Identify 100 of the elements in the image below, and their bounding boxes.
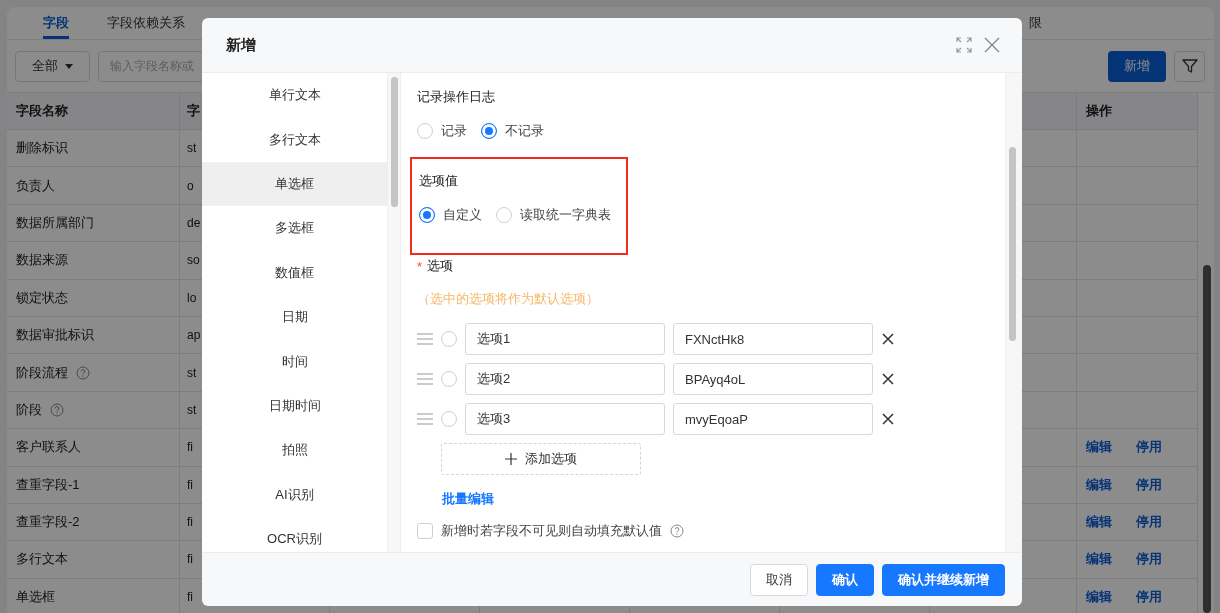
- action-link[interactable]: 停用: [1136, 438, 1162, 457]
- table-cell: 数据所属部门: [16, 213, 94, 232]
- drag-handle-icon: [417, 373, 433, 385]
- drag-handle-icon: [417, 333, 433, 345]
- action-link[interactable]: 停用: [1136, 475, 1162, 494]
- close-icon: [984, 37, 1000, 53]
- option-value-field[interactable]: BPAyq4oL: [673, 363, 873, 395]
- filter-icon: [1180, 57, 1199, 75]
- field-type-item[interactable]: 单行文本: [202, 73, 387, 118]
- table-cell: 查重字段-1: [16, 475, 80, 494]
- table-cell: 查重字段-2: [16, 513, 80, 532]
- action-link[interactable]: 停用: [1136, 513, 1162, 532]
- table-cell: 锁定状态: [16, 288, 68, 307]
- table-cell: fi: [187, 477, 193, 492]
- radio-label: 不记录: [505, 122, 544, 140]
- field-type-item[interactable]: AI识别: [202, 472, 387, 517]
- field-type-item[interactable]: 拍照: [202, 428, 387, 473]
- table-cell: 负责人: [16, 176, 55, 195]
- close-icon: [882, 373, 894, 385]
- action-link[interactable]: 编辑: [1086, 438, 1112, 457]
- plus-icon: [505, 453, 517, 465]
- table-cell: 多行文本: [16, 550, 68, 569]
- action-link[interactable]: 编辑: [1086, 475, 1112, 494]
- action-link[interactable]: 编辑: [1086, 587, 1112, 606]
- required-mark: *: [417, 258, 423, 274]
- drag-handle-icon: [417, 413, 433, 425]
- remove-button[interactable]: [882, 333, 894, 345]
- table-cell: st: [187, 402, 197, 417]
- column-header: 字: [187, 102, 200, 120]
- help-icon: [670, 524, 684, 538]
- action-link[interactable]: 编辑: [1086, 550, 1112, 569]
- filter-button[interactable]: [1174, 50, 1205, 82]
- remove-button[interactable]: [882, 373, 894, 385]
- table-cell: fi: [187, 515, 193, 530]
- field-type-item[interactable]: 多行文本: [202, 117, 387, 162]
- filter-dropdown[interactable]: 全部: [15, 50, 90, 82]
- table-cell: 阶段: [16, 400, 42, 419]
- table-cell: 数据审批标识: [16, 326, 94, 345]
- action-link[interactable]: 停用: [1136, 587, 1162, 606]
- table-cell: 客户联系人: [16, 438, 81, 457]
- add-button[interactable]: 新增: [1108, 50, 1166, 82]
- dialog-button[interactable]: 确认: [816, 563, 874, 596]
- action-link[interactable]: 编辑: [1086, 513, 1112, 532]
- radio-label: 记录: [441, 122, 467, 140]
- field-type-item[interactable]: 日期: [202, 294, 387, 340]
- option-value-field[interactable]: mvyEqoaP: [673, 403, 873, 435]
- option-label-field[interactable]: 选项3: [465, 403, 665, 435]
- radio-label: 自定义: [443, 206, 482, 224]
- dialog-button[interactable]: 取消: [750, 563, 808, 596]
- table-cell: 阶段流程: [16, 363, 68, 382]
- radio-button[interactable]: [481, 123, 497, 139]
- option-label-field[interactable]: 选项2: [465, 363, 665, 395]
- table-cell: st: [187, 141, 197, 156]
- table-cell: de: [187, 215, 201, 230]
- field-type-item[interactable]: OCR识别: [202, 516, 387, 552]
- table-cell: 数据来源: [16, 251, 68, 270]
- tab[interactable]: 限: [1029, 7, 1042, 39]
- field-label: 选项值: [419, 172, 459, 190]
- scrollbar-thumb[interactable]: [1203, 265, 1211, 613]
- table-cell: st: [187, 365, 197, 380]
- action-link[interactable]: 停用: [1136, 550, 1162, 569]
- dialog-title: 新增: [226, 35, 257, 55]
- scrollbar-thumb[interactable]: [391, 77, 398, 207]
- batch-edit-link[interactable]: 批量编辑: [442, 490, 494, 508]
- field-label: 选项: [427, 257, 454, 275]
- hint-text: （选中的选项将作为默认选项）: [417, 290, 600, 308]
- table-cell: 单选框: [16, 587, 55, 606]
- table-cell: o: [187, 178, 194, 193]
- table-cell: 删除标识: [16, 139, 68, 158]
- field-type-item[interactable]: 数值框: [202, 250, 387, 295]
- add-option-button[interactable]: 添加选项: [441, 443, 641, 475]
- radio-button[interactable]: [419, 207, 435, 223]
- column-header: 字段名称: [16, 102, 68, 120]
- field-label: 记录操作日志: [417, 88, 496, 106]
- tab[interactable]: 字段依赖关系: [107, 7, 185, 39]
- checkbox-label: 新增时若字段不可见则自动填充默认值: [441, 522, 662, 540]
- table-cell: lo: [187, 290, 197, 305]
- close-icon: [882, 333, 894, 345]
- field-type-item[interactable]: 多选框: [202, 206, 387, 251]
- close-icon: [882, 413, 894, 425]
- close-button[interactable]: [984, 37, 1000, 53]
- option-value-field[interactable]: FXNctHk8: [673, 323, 873, 355]
- column-header: 操作: [1086, 102, 1112, 120]
- scrollbar-thumb[interactable]: [1009, 147, 1016, 341]
- table-cell: so: [187, 253, 200, 268]
- dialog-button[interactable]: 确认并继续新增: [882, 563, 1005, 596]
- table-cell: fi: [187, 589, 193, 604]
- tab[interactable]: 字段: [43, 7, 69, 39]
- checkbox[interactable]: [417, 523, 433, 539]
- field-type-item[interactable]: 时间: [202, 339, 387, 384]
- fullscreen-button[interactable]: [956, 37, 972, 53]
- remove-button[interactable]: [882, 413, 894, 425]
- field-type-item[interactable]: 日期时间: [202, 383, 387, 429]
- table-cell: fi: [187, 440, 193, 455]
- radio-label: 读取统一字典表: [520, 206, 611, 224]
- expand-icon: [956, 37, 972, 53]
- field-type-item[interactable]: 单选框: [202, 161, 387, 207]
- table-cell: fi: [187, 552, 193, 567]
- table-cell: ap: [187, 328, 201, 343]
- option-label-field[interactable]: 选项1: [465, 323, 665, 355]
